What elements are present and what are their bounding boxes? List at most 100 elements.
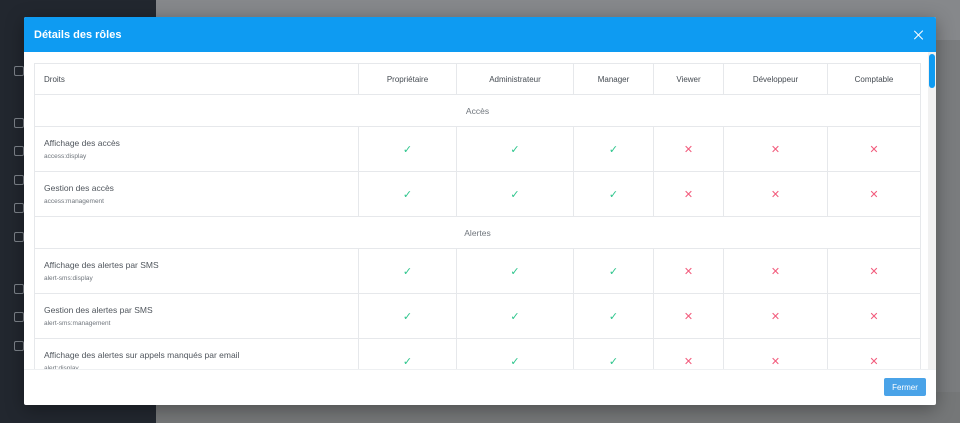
cross-icon: ✕: [770, 265, 781, 278]
roles-permissions-table: Droits Propriétaire Administrateur Manag…: [34, 63, 921, 369]
section-row: Accès: [34, 94, 921, 127]
permission-value-cell: ✕: [653, 248, 724, 294]
cross-icon: ✕: [770, 143, 781, 156]
cross-icon: ✕: [770, 355, 781, 368]
check-icon: ✓: [608, 188, 619, 201]
table-row: Gestion des alertes par SMS alert-sms:man…: [34, 293, 921, 339]
permission-value-cell: ✕: [653, 338, 724, 369]
modal-body[interactable]: Droits Propriétaire Administrateur Manag…: [24, 52, 936, 369]
permission-cell: Affichage des accès access:display: [34, 126, 359, 172]
permission-label: Gestion des accès: [44, 183, 114, 193]
modal-header: Détails des rôles: [24, 17, 936, 52]
cross-icon: ✕: [770, 310, 781, 323]
check-icon: ✓: [608, 265, 619, 278]
table-header-row: Droits Propriétaire Administrateur Manag…: [34, 63, 921, 95]
permission-value-cell: ✓: [358, 338, 457, 369]
cross-icon: ✕: [683, 310, 694, 323]
permission-value-cell: ✕: [827, 248, 921, 294]
check-icon: ✓: [608, 355, 619, 368]
permission-cell: Gestion des accès access:management: [34, 171, 359, 217]
permission-value-cell: ✓: [456, 248, 574, 294]
permission-code: access:display: [44, 153, 87, 160]
permission-value-cell: ✕: [723, 126, 828, 172]
close-button[interactable]: Fermer: [884, 378, 926, 396]
modal-title: Détails des rôles: [34, 28, 122, 41]
permission-label: Affichage des alertes par SMS: [44, 260, 159, 270]
cross-icon: ✕: [869, 265, 879, 278]
check-icon: ✓: [510, 143, 520, 156]
permission-value-cell: ✓: [358, 293, 457, 339]
column-header-rights: Droits: [34, 63, 359, 95]
section-row: Alertes: [34, 216, 921, 249]
permission-code: access:management: [44, 198, 104, 205]
permission-value-cell: ✓: [573, 338, 654, 369]
column-header-manager: Manager: [573, 63, 654, 95]
close-icon[interactable]: [912, 28, 926, 42]
permission-code: alert-sms:management: [44, 320, 111, 327]
table-row: Gestion des accès access:management ✓ ✓ ✓ ✕ ✕ ✕: [34, 171, 921, 217]
cross-icon: ✕: [683, 188, 694, 201]
permission-value-cell: ✕: [653, 171, 724, 217]
scrollbar-thumb[interactable]: [929, 54, 935, 88]
check-icon: ✓: [402, 188, 413, 201]
permission-value-cell: ✓: [573, 171, 654, 217]
permission-value-cell: ✓: [456, 293, 574, 339]
permission-value-cell: ✓: [573, 126, 654, 172]
cross-icon: ✕: [770, 188, 781, 201]
cross-icon: ✕: [683, 143, 694, 156]
check-icon: ✓: [402, 143, 413, 156]
column-header-developer: Développeur: [723, 63, 828, 95]
check-icon: ✓: [402, 355, 413, 368]
table-row: Affichage des accès access:display ✓ ✓ ✓ ✕ ✕ ✕: [34, 126, 921, 172]
permission-value-cell: ✓: [456, 171, 574, 217]
table-row: Affichage des alertes par SMS alert-sms:d…: [34, 248, 921, 294]
permission-label: Affichage des accès: [44, 138, 120, 148]
permission-label: Affichage des alertes sur appels manqués…: [44, 350, 240, 360]
check-icon: ✓: [510, 355, 520, 368]
permission-value-cell: ✓: [573, 248, 654, 294]
modal-scrollbar[interactable]: [928, 52, 936, 369]
permission-label: Gestion des alertes par SMS: [44, 305, 153, 315]
permission-value-cell: ✓: [358, 248, 457, 294]
permission-cell: Gestion des alertes par SMS alert-sms:man…: [34, 293, 359, 339]
check-icon: ✓: [510, 310, 520, 323]
permission-value-cell: ✕: [653, 126, 724, 172]
column-header-viewer: Viewer: [653, 63, 724, 95]
column-header-owner: Propriétaire: [358, 63, 457, 95]
permission-value-cell: ✕: [723, 293, 828, 339]
column-header-accountant: Comptable: [827, 63, 921, 95]
permission-value-cell: ✕: [827, 171, 921, 217]
cross-icon: ✕: [869, 188, 879, 201]
check-icon: ✓: [402, 310, 413, 323]
roles-details-modal: Détails des rôles Droits Propriétaire Ad…: [24, 17, 936, 405]
check-icon: ✓: [608, 310, 619, 323]
cross-icon: ✕: [683, 355, 694, 368]
check-icon: ✓: [510, 188, 520, 201]
permission-code: alert-sms:display: [44, 275, 93, 282]
cross-icon: ✕: [869, 143, 879, 156]
cross-icon: ✕: [869, 310, 879, 323]
column-header-administrator: Administrateur: [456, 63, 574, 95]
section-title: Alertes: [34, 216, 921, 249]
permission-value-cell: ✕: [827, 293, 921, 339]
modal-footer: Fermer: [24, 369, 936, 405]
check-icon: ✓: [402, 265, 413, 278]
permission-value-cell: ✓: [573, 293, 654, 339]
permission-cell: Affichage des alertes sur appels manqués…: [34, 338, 359, 369]
section-title: Accès: [34, 94, 921, 127]
permission-cell: Affichage des alertes par SMS alert-sms:d…: [34, 248, 359, 294]
cross-icon: ✕: [869, 355, 879, 368]
permission-value-cell: ✕: [723, 171, 828, 217]
permission-value-cell: ✕: [723, 338, 828, 369]
permission-value-cell: ✓: [456, 126, 574, 172]
check-icon: ✓: [510, 265, 520, 278]
permission-value-cell: ✕: [827, 338, 921, 369]
permission-value-cell: ✓: [358, 171, 457, 217]
permission-value-cell: ✕: [827, 126, 921, 172]
permission-value-cell: ✓: [456, 338, 574, 369]
permission-value-cell: ✕: [723, 248, 828, 294]
cross-icon: ✕: [683, 265, 694, 278]
check-icon: ✓: [608, 143, 619, 156]
permission-value-cell: ✕: [653, 293, 724, 339]
permission-value-cell: ✓: [358, 126, 457, 172]
